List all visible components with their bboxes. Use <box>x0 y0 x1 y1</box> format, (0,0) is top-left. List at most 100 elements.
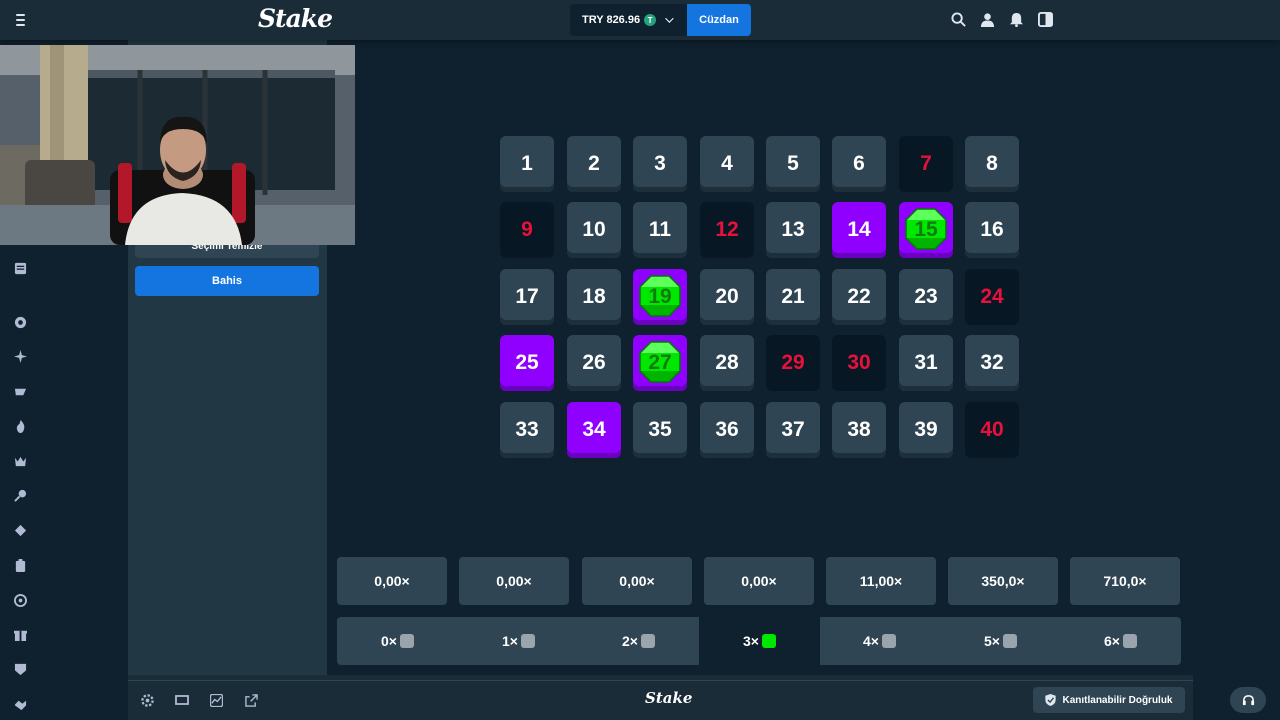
wallet-button[interactable]: Cüzdan <box>687 4 751 36</box>
tile-number: 25 <box>515 351 539 374</box>
keno-tile-8[interactable]: 8 <box>965 136 1019 192</box>
keno-tile-13[interactable]: 13 <box>766 202 820 258</box>
vip-icon[interactable] <box>11 660 29 678</box>
tile-number: 18 <box>582 285 606 308</box>
keno-tile-30[interactable]: 30 <box>832 335 886 391</box>
keno-tile-20[interactable]: 20 <box>700 269 754 325</box>
keno-tile-37[interactable]: 37 <box>766 402 820 458</box>
keno-tile-15[interactable]: 15 <box>899 202 953 258</box>
hits-label: 5× <box>984 633 1000 649</box>
keno-tile-9[interactable]: 9 <box>500 202 554 258</box>
payout-multiplier: 0,00× <box>459 557 569 605</box>
hits-label: 1× <box>502 633 518 649</box>
tile-number: 15 <box>914 218 938 241</box>
casino-chip-icon[interactable] <box>11 313 29 331</box>
balance-selector[interactable]: TRY 826.96 T <box>570 4 687 36</box>
tile-number: 39 <box>914 418 938 441</box>
payout-multiplier: 710,0× <box>1070 557 1180 605</box>
sparkle-icon[interactable] <box>11 347 29 365</box>
tile-number: 19 <box>648 285 672 308</box>
keno-tile-29[interactable]: 29 <box>766 335 820 391</box>
hits-count-1: 1× <box>458 617 579 665</box>
tile-number: 29 <box>781 351 805 374</box>
footer-stake-logo: Stake <box>645 689 693 707</box>
bet-button[interactable]: Bahis <box>135 266 319 296</box>
keno-tile-23[interactable]: 23 <box>899 269 953 325</box>
provably-fair-button[interactable]: Kanıtlanabilir Doğruluk <box>1033 687 1185 713</box>
hits-count-5: 5× <box>940 617 1061 665</box>
keno-tile-4[interactable]: 4 <box>700 136 754 192</box>
tile-number: 32 <box>980 351 1004 374</box>
hits-label: 2× <box>622 633 638 649</box>
keno-tile-25[interactable]: 25 <box>500 335 554 391</box>
keno-tile-6[interactable]: 6 <box>832 136 886 192</box>
tile-number: 21 <box>781 285 805 308</box>
tile-number: 1 <box>521 152 533 175</box>
keno-tile-16[interactable]: 16 <box>965 202 1019 258</box>
keno-tile-11[interactable]: 11 <box>633 202 687 258</box>
keno-tile-40[interactable]: 40 <box>965 402 1019 458</box>
support-circle-icon[interactable] <box>11 591 29 609</box>
tile-mini-icon <box>881 634 896 648</box>
shield-check-icon <box>1045 694 1057 706</box>
keno-tile-22[interactable]: 22 <box>832 269 886 325</box>
handshake-icon[interactable] <box>11 695 29 713</box>
chat-panel-icon[interactable] <box>1037 11 1054 28</box>
stats-chart-icon[interactable] <box>208 692 224 708</box>
keno-tile-39[interactable]: 39 <box>899 402 953 458</box>
search-icon[interactable] <box>950 11 967 28</box>
keno-tile-2[interactable]: 2 <box>567 136 621 192</box>
tile-number: 12 <box>715 218 739 241</box>
fire-icon[interactable] <box>11 417 29 435</box>
keno-tile-10[interactable]: 10 <box>567 202 621 258</box>
keno-tile-27[interactable]: 27 <box>633 335 687 391</box>
keno-tile-18[interactable]: 18 <box>567 269 621 325</box>
clipboard-icon[interactable] <box>11 556 29 574</box>
sports-icon[interactable] <box>11 382 29 400</box>
tile-number: 17 <box>515 285 539 308</box>
gift-icon[interactable] <box>11 625 29 643</box>
payout-multiplier: 0,00× <box>582 557 692 605</box>
tile-mini-icon <box>1002 634 1017 648</box>
menu-icon[interactable] <box>10 10 30 30</box>
keno-tile-33[interactable]: 33 <box>500 402 554 458</box>
settings-gear-icon[interactable] <box>139 692 155 708</box>
keno-tile-17[interactable]: 17 <box>500 269 554 325</box>
stake-logo[interactable]: Stake <box>258 4 333 33</box>
theatre-mode-icon[interactable] <box>174 692 190 708</box>
tile-number: 30 <box>847 351 871 374</box>
tile-number: 22 <box>847 285 871 308</box>
keno-tile-32[interactable]: 32 <box>965 335 1019 391</box>
keno-tile-5[interactable]: 5 <box>766 136 820 192</box>
tile-number: 5 <box>787 152 799 175</box>
keno-tile-35[interactable]: 35 <box>633 402 687 458</box>
support-headset-icon[interactable] <box>1230 687 1266 713</box>
keno-tile-26[interactable]: 26 <box>567 335 621 391</box>
keno-tile-31[interactable]: 31 <box>899 335 953 391</box>
keno-tile-1[interactable]: 1 <box>500 136 554 192</box>
keno-tile-3[interactable]: 3 <box>633 136 687 192</box>
tile-number: 10 <box>582 218 606 241</box>
crown-icon[interactable] <box>11 452 29 470</box>
keno-tile-19[interactable]: 19 <box>633 269 687 325</box>
keno-tile-21[interactable]: 21 <box>766 269 820 325</box>
racket-icon[interactable] <box>11 486 29 504</box>
user-icon[interactable] <box>979 11 996 28</box>
payout-multiplier: 11,00× <box>826 557 936 605</box>
notification-bell-icon[interactable] <box>1008 11 1025 28</box>
keno-tile-36[interactable]: 36 <box>700 402 754 458</box>
keno-tile-24[interactable]: 24 <box>965 269 1019 325</box>
tile-number: 28 <box>715 351 739 374</box>
keno-tile-28[interactable]: 28 <box>700 335 754 391</box>
keno-tile-38[interactable]: 38 <box>832 402 886 458</box>
popout-icon[interactable] <box>243 692 259 708</box>
tile-number: 27 <box>648 351 672 374</box>
keno-tile-34[interactable]: 34 <box>567 402 621 458</box>
keno-tile-12[interactable]: 12 <box>700 202 754 258</box>
poker-icon[interactable] <box>11 521 29 539</box>
keno-tile-7[interactable]: 7 <box>899 136 953 192</box>
keno-tile-14[interactable]: 14 <box>832 202 886 258</box>
tile-number: 24 <box>980 285 1004 308</box>
news-icon[interactable] <box>11 259 29 277</box>
tile-number: 40 <box>980 418 1004 441</box>
